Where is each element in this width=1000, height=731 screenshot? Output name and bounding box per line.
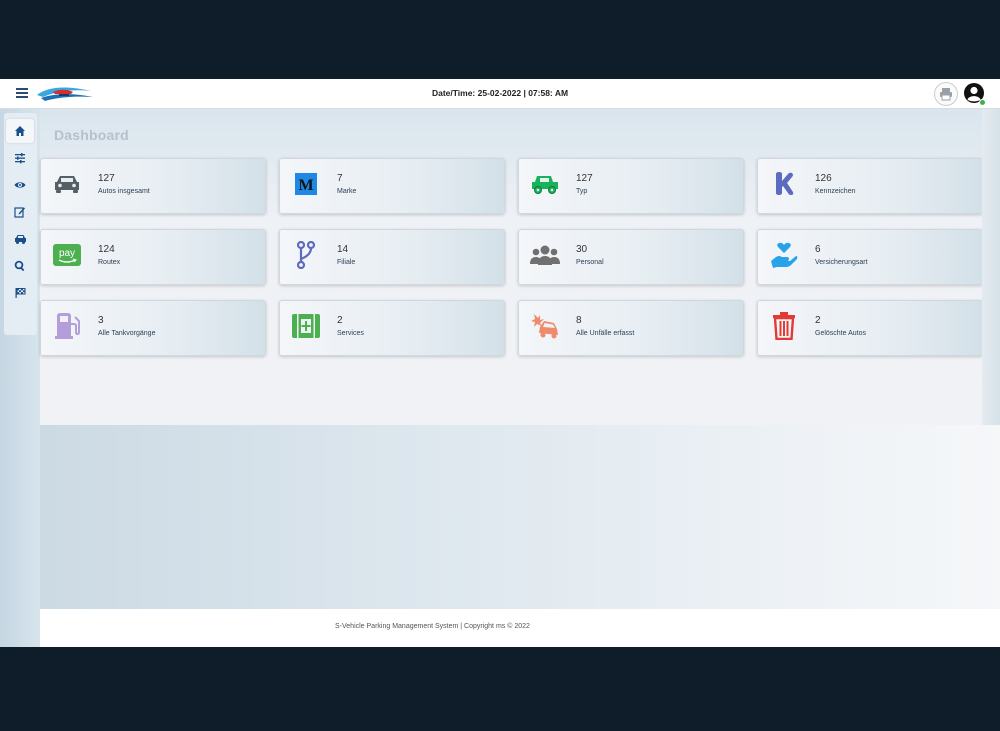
- stat-label: Kennzeichen: [815, 188, 856, 195]
- stat-label: Alle Tankvorgänge: [98, 330, 156, 337]
- search-icon: [14, 260, 25, 272]
- stat-count: 7: [337, 173, 343, 184]
- content-background: [40, 425, 1000, 609]
- printer-icon: [940, 88, 952, 101]
- stat-count: 127: [98, 173, 115, 184]
- stat-card-plate[interactable]: 126 Kennzeichen: [757, 158, 983, 214]
- stat-label: Services: [337, 330, 364, 337]
- branch-icon: [291, 240, 321, 270]
- sidebar-item-settings[interactable]: [6, 146, 34, 170]
- stat-card-refuel[interactable]: 3 Alle Tankvorgänge: [40, 300, 266, 356]
- stat-card-branch[interactable]: 14 Filiale: [279, 229, 505, 285]
- stat-card-insurance[interactable]: 6 Versicherungsart: [757, 229, 983, 285]
- svg-text:pay: pay: [59, 248, 75, 259]
- sidebar-item-reports[interactable]: [6, 281, 34, 305]
- hand-heart-icon: [769, 240, 799, 270]
- stat-card-staff[interactable]: 30 Personal: [518, 229, 744, 285]
- sidebar-item-view[interactable]: [6, 173, 34, 197]
- stat-card-cars-total[interactable]: 127 Autos insgesamt: [40, 158, 266, 214]
- trash-icon: [769, 311, 799, 341]
- stat-count: 6: [815, 244, 821, 255]
- stat-label: Typ: [576, 188, 588, 195]
- car-icon: [14, 235, 26, 244]
- medkit-icon: [291, 311, 321, 341]
- sidebar-item-vehicles[interactable]: [6, 227, 34, 251]
- stat-label: Marke: [337, 188, 357, 195]
- online-status-dot: [979, 99, 986, 106]
- stat-count: 126: [815, 173, 832, 184]
- stat-label: Alle Unfälle erfasst: [576, 330, 635, 337]
- stat-count: 124: [98, 244, 115, 255]
- k-letter-icon: [769, 169, 799, 199]
- sidebar-item-home[interactable]: [6, 119, 34, 143]
- stat-count: 30: [576, 244, 588, 255]
- users-icon: [530, 240, 560, 270]
- stat-label: Versicherungsart: [815, 259, 868, 266]
- stat-count: 127: [576, 173, 593, 184]
- home-icon: [15, 126, 25, 136]
- car-crash-icon: [530, 311, 560, 341]
- sidebar-item-search[interactable]: [6, 254, 34, 278]
- sidebar-item-edit[interactable]: [6, 200, 34, 224]
- sidebar: [0, 109, 40, 647]
- stat-count: 2: [815, 315, 821, 326]
- stat-label: Routex: [98, 259, 121, 266]
- stat-label: Autos insgesamt: [98, 188, 150, 195]
- stat-card-accidents[interactable]: 8 Alle Unfälle erfasst: [518, 300, 744, 356]
- datetime-display: Date/Time: 25-02-2022 | 07:58: AM: [431, 88, 569, 98]
- flag-icon: [15, 288, 26, 298]
- stat-label: Personal: [576, 259, 604, 266]
- stat-card-deleted[interactable]: 2 Gelöschte Autos: [757, 300, 983, 356]
- stat-card-routex[interactable]: pay 124 Routex: [40, 229, 266, 285]
- eye-icon: [14, 182, 26, 188]
- stat-count: 3: [98, 315, 104, 326]
- app-window: Date/Time: 25-02-2022 | 07:58: AM Dashbo…: [0, 79, 1000, 647]
- scroll-gutter: [982, 109, 1000, 425]
- gas-pump-icon: [52, 311, 82, 341]
- medium-m-icon: M: [291, 169, 321, 199]
- top-bar: Date/Time: 25-02-2022 | 07:58: AM: [0, 79, 1000, 109]
- sliders-icon: [15, 153, 25, 164]
- stat-card-services[interactable]: 2 Services: [279, 300, 505, 356]
- edit-icon: [14, 207, 25, 218]
- dashboard-main: Dashboard 127 Autos insgesamt M 7 Marke …: [40, 109, 983, 425]
- printer-button[interactable]: [934, 82, 958, 106]
- svg-text:M: M: [298, 177, 313, 194]
- stat-count: 2: [337, 315, 343, 326]
- footer-copyright: S-Vehicle Parking Management System | Co…: [335, 623, 530, 630]
- footer: S-Vehicle Parking Management System | Co…: [40, 609, 1000, 647]
- stat-label: Filiale: [337, 259, 356, 266]
- page-title: Dashboard: [54, 127, 129, 143]
- car-icon: [52, 169, 82, 199]
- amazon-pay-icon: pay: [52, 240, 82, 270]
- stat-card-type[interactable]: 127 Typ: [518, 158, 744, 214]
- stat-card-brand[interactable]: M 7 Marke: [279, 158, 505, 214]
- stat-count: 14: [337, 244, 349, 255]
- truck-icon: [530, 169, 560, 199]
- stat-label: Gelöschte Autos: [815, 330, 866, 337]
- stat-count: 8: [576, 315, 582, 326]
